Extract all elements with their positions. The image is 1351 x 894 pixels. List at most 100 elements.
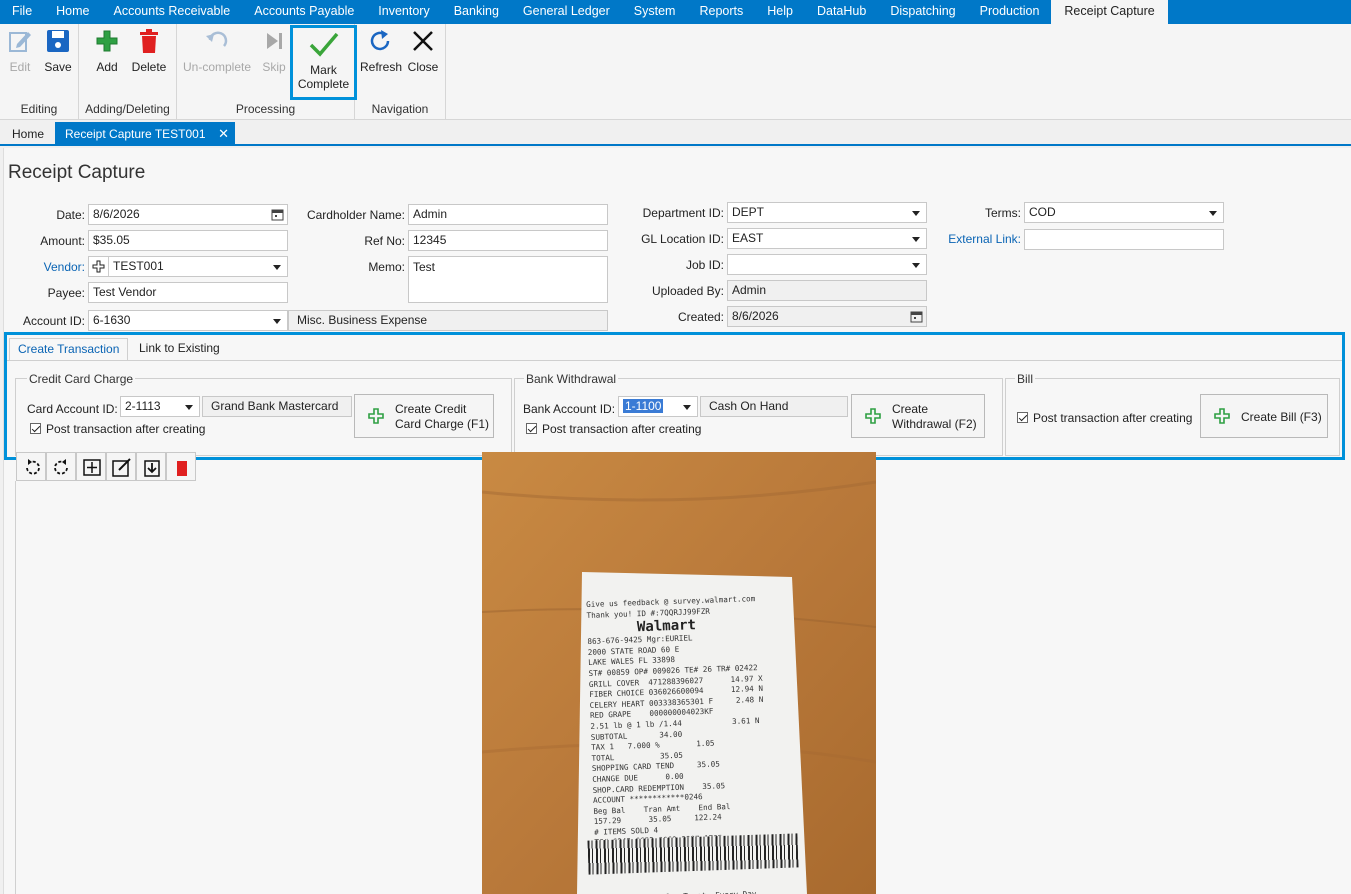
create-bill-button[interactable]: Create Bill (F3) xyxy=(1200,394,1328,438)
rotate-left-button[interactable] xyxy=(16,452,46,481)
external-link-label[interactable]: External Link: xyxy=(930,232,1021,246)
vendor-field[interactable]: TEST001 xyxy=(88,256,288,277)
account-id-field[interactable]: 6-1630 xyxy=(88,310,288,331)
tab-receipt-capture[interactable]: Receipt Capture TEST001 ✕ xyxy=(55,122,235,146)
ribbon-group-label-navigation: Navigation xyxy=(371,102,429,116)
department-field[interactable]: DEPT xyxy=(727,202,927,223)
calendar-icon[interactable] xyxy=(271,208,284,221)
terms-dropdown-icon[interactable] xyxy=(1209,211,1217,216)
bank-account-value: 1-1100 xyxy=(623,399,664,413)
job-id-field[interactable] xyxy=(727,254,927,275)
menu-production[interactable]: Production xyxy=(968,0,1052,24)
card-account-field[interactable]: 2-1113 xyxy=(120,396,200,417)
job-dropdown-icon[interactable] xyxy=(912,263,920,268)
cardholder-field[interactable]: Admin xyxy=(408,204,608,225)
mark-complete-label-1: Mark xyxy=(310,63,337,77)
ribbon-group-editing: Edit Save Editing xyxy=(0,24,79,120)
bill-title: Bill xyxy=(1015,372,1036,386)
tab-link-to-existing[interactable]: Link to Existing xyxy=(131,338,228,360)
delete-label: Delete xyxy=(131,60,167,74)
mark-complete-button[interactable]: Mark Complete xyxy=(290,25,357,100)
credit-card-button-label-1: Create Credit xyxy=(395,402,467,416)
menu-file[interactable]: File xyxy=(0,0,44,24)
date-label: Date: xyxy=(56,208,85,222)
memo-label: Memo: xyxy=(368,260,405,274)
menu-accounts-payable[interactable]: Accounts Payable xyxy=(242,0,366,24)
skip-button[interactable]: Skip xyxy=(259,28,289,74)
vendor-link[interactable]: Vendor: xyxy=(20,260,85,274)
add-vendor-icon[interactable] xyxy=(92,260,105,273)
ribbon-group-label-adding: Adding/Deleting xyxy=(85,102,170,116)
uncomplete-label: Un-complete xyxy=(182,60,252,74)
gl-location-value: EAST xyxy=(732,231,764,245)
menu-receipt-capture[interactable]: Receipt Capture xyxy=(1051,0,1168,24)
account-dropdown-icon[interactable] xyxy=(273,319,281,324)
menu-home[interactable]: Home xyxy=(44,0,101,24)
menu-accounts-receivable[interactable]: Accounts Receivable xyxy=(102,0,243,24)
rotate-right-button[interactable] xyxy=(46,452,76,481)
bank-account-field[interactable]: 1-1100 xyxy=(618,396,698,417)
download-image-button[interactable] xyxy=(136,452,166,481)
card-account-dropdown-icon[interactable] xyxy=(185,405,193,410)
menu-bar: File Home Accounts Receivable Accounts P… xyxy=(0,0,1351,24)
memo-field[interactable]: Test xyxy=(408,256,608,303)
create-credit-card-charge-button[interactable]: Create Credit Card Charge (F1) xyxy=(354,394,494,438)
menu-dispatching[interactable]: Dispatching xyxy=(878,0,967,24)
gl-location-dropdown-icon[interactable] xyxy=(912,237,920,242)
ribbon-group-navigation: Refresh Close Navigation xyxy=(355,24,446,120)
tab-close-icon[interactable]: ✕ xyxy=(218,122,229,146)
close-button[interactable]: Close xyxy=(405,28,441,74)
terms-field[interactable]: COD xyxy=(1024,202,1224,223)
ribbon-group-label-editing: Editing xyxy=(20,102,58,116)
save-icon xyxy=(47,30,69,52)
tab-create-transaction[interactable]: Create Transaction xyxy=(9,338,129,360)
department-dropdown-icon[interactable] xyxy=(912,211,920,216)
menu-datahub[interactable]: DataHub xyxy=(805,0,878,24)
tab-home[interactable]: Home xyxy=(2,122,54,146)
gl-location-field[interactable]: EAST xyxy=(727,228,927,249)
add-button[interactable]: Add xyxy=(91,28,123,74)
withdrawal-button-label-1: Create xyxy=(892,402,929,416)
credit-card-post-checkbox[interactable]: Post transaction after creating xyxy=(30,422,205,436)
save-button[interactable]: Save xyxy=(42,28,74,74)
payee-label: Payee: xyxy=(47,286,85,300)
terms-label: Terms: xyxy=(985,206,1021,220)
menu-banking[interactable]: Banking xyxy=(442,0,511,24)
bill-post-checkbox[interactable]: Post transaction after creating xyxy=(1017,411,1192,425)
payee-field[interactable]: Test Vendor xyxy=(88,282,288,303)
close-icon xyxy=(413,31,433,51)
menu-inventory[interactable]: Inventory xyxy=(366,0,441,24)
edit-button[interactable]: Edit xyxy=(4,28,36,74)
refresh-label: Refresh xyxy=(360,60,403,74)
delete-button[interactable]: Delete xyxy=(129,28,169,74)
image-toolbar xyxy=(16,452,196,481)
ref-no-field[interactable]: 12345 xyxy=(408,230,608,251)
refresh-button[interactable]: Refresh xyxy=(360,28,403,74)
date-field[interactable]: 8/6/2026 xyxy=(88,204,288,225)
uncomplete-button[interactable]: Un-complete xyxy=(181,28,253,74)
ribbon-group-label-processing: Processing xyxy=(235,102,296,116)
ref-no-label: Ref No: xyxy=(364,234,405,248)
menu-help[interactable]: Help xyxy=(755,0,805,24)
rotate-right-icon xyxy=(54,459,68,475)
cardholder-label: Cardholder Name: xyxy=(306,208,405,222)
calendar-icon[interactable] xyxy=(910,310,923,323)
credit-card-title: Credit Card Charge xyxy=(27,372,136,386)
vendor-dropdown-icon[interactable] xyxy=(273,265,281,270)
delete-image-button[interactable] xyxy=(166,452,196,481)
bill-post-label: Post transaction after creating xyxy=(1033,411,1193,425)
amount-field[interactable]: $35.05 xyxy=(88,230,288,251)
edit-image-button[interactable] xyxy=(106,452,136,481)
card-account-description: Grand Bank Mastercard xyxy=(202,396,352,417)
create-withdrawal-button[interactable]: Create Withdrawal (F2) xyxy=(851,394,985,438)
mark-complete-label-2: Complete xyxy=(297,77,350,91)
fit-image-button[interactable] xyxy=(76,452,106,481)
external-link-field[interactable] xyxy=(1024,229,1224,250)
gl-location-label: GL Location ID: xyxy=(641,232,724,246)
bank-withdrawal-post-checkbox[interactable]: Post transaction after creating xyxy=(526,422,701,436)
menu-system[interactable]: System xyxy=(622,0,688,24)
close-label: Close xyxy=(407,60,439,74)
menu-general-ledger[interactable]: General Ledger xyxy=(511,0,622,24)
menu-reports[interactable]: Reports xyxy=(687,0,755,24)
bank-account-dropdown-icon[interactable] xyxy=(683,405,691,410)
